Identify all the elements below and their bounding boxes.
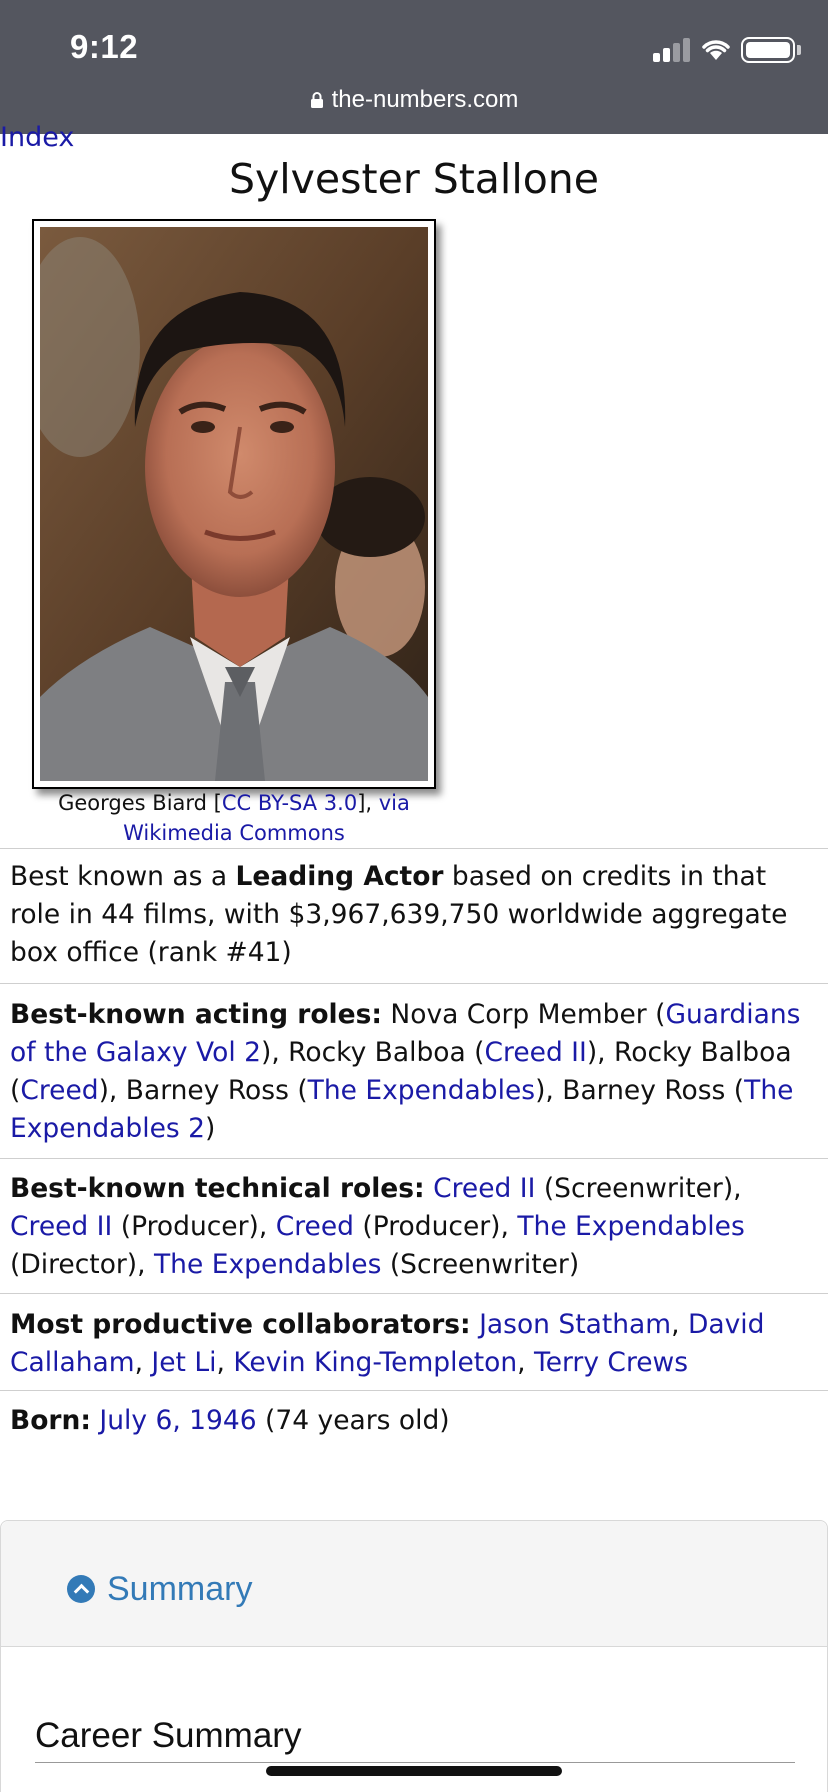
divider: [0, 1158, 828, 1159]
caption-separator: ],: [357, 791, 379, 815]
technical-role: Producer: [372, 1211, 491, 1242]
actor-photo[interactable]: [20, 227, 428, 781]
status-time: 9:12: [70, 28, 139, 65]
index-link[interactable]: Index: [0, 122, 74, 154]
best-known-role: Leading Actor: [235, 861, 444, 892]
technical-role-film-link[interactable]: The Expendables: [154, 1249, 381, 1280]
best-known-summary: Best known as a Leading Actor based on c…: [10, 858, 822, 972]
url-text: the-numbers.com: [331, 86, 519, 113]
birth-date-link[interactable]: July 6, 1946: [99, 1405, 256, 1436]
technical-role-film-link[interactable]: Creed II: [10, 1211, 112, 1242]
career-summary-heading: Career Summary: [35, 1716, 795, 1763]
battery-tip: [797, 45, 801, 55]
divider: [0, 983, 828, 984]
acting-role-film-link[interactable]: Creed: [20, 1075, 98, 1106]
signal-icon: [653, 38, 691, 62]
technical-role: Screenwriter: [400, 1249, 569, 1280]
divider: [0, 1293, 828, 1294]
summary-panel-header: Summary: [1, 1521, 827, 1647]
technical-roles: Best-known technical roles: Creed II (Sc…: [10, 1173, 745, 1280]
actor-photo-frame: [20, 219, 436, 789]
collaborator-link[interactable]: Terry Crews: [534, 1347, 688, 1378]
caption-author: Georges Biard [: [58, 791, 222, 815]
acting-role-character: Rocky Balboa: [288, 1037, 466, 1068]
technical-role: Producer: [131, 1211, 249, 1242]
technical-roles-label: Best-known technical roles:: [10, 1173, 425, 1204]
collaborator-link[interactable]: Jet Li: [151, 1347, 216, 1378]
divider: [0, 848, 828, 849]
home-indicator: [266, 1766, 562, 1776]
summary-toggle-label: Summary: [107, 1569, 253, 1608]
collaborator-link[interactable]: Kevin King-Templeton: [233, 1347, 517, 1378]
acting-roles: Best-known acting roles: Nova Corp Membe…: [10, 999, 801, 1144]
technical-role-film-link[interactable]: Creed II: [433, 1173, 535, 1204]
chevron-up-icon: [67, 1575, 95, 1603]
acting-role-character: Nova Corp Member: [390, 999, 647, 1030]
born-info: Born: July 6, 1946 (74 years old): [10, 1402, 822, 1440]
photo-caption: Georges Biard [CC BY-SA 3.0], via Wikime…: [32, 788, 436, 848]
technical-role: Screenwriter: [554, 1173, 723, 1204]
acting-role-character: Barney Ross: [562, 1075, 726, 1106]
technical-role: Director: [20, 1249, 127, 1280]
technical-role-film-link[interactable]: Creed: [276, 1211, 354, 1242]
divider: [0, 1390, 828, 1391]
collaborators-label: Most productive collaborators:: [10, 1309, 471, 1340]
born-label: Born:: [10, 1405, 91, 1436]
acting-roles-label: Best-known acting roles:: [10, 999, 382, 1030]
acting-role-film-link[interactable]: Creed II: [485, 1037, 587, 1068]
lock-icon: [310, 92, 323, 108]
acting-role-film-link[interactable]: The Expendables: [308, 1075, 535, 1106]
best-known-pre: Best known as a: [10, 861, 236, 892]
acting-role-character: Rocky Balboa: [614, 1037, 792, 1068]
address-bar[interactable]: the-numbers.com: [0, 86, 828, 114]
technical-role-film-link[interactable]: The Expendables: [517, 1211, 744, 1242]
collaborators: Most productive collaborators: Jason Sta…: [10, 1309, 765, 1378]
summary-toggle-button[interactable]: Summary: [67, 1569, 252, 1609]
battery-icon: [741, 37, 795, 63]
browser-top-bar: 9:12 the-numbers.com: [0, 0, 828, 134]
acting-role-character: Barney Ross: [125, 1075, 289, 1106]
license-link[interactable]: CC BY-SA 3.0: [222, 791, 357, 815]
summary-panel: Summary Career Summary: [0, 1520, 828, 1792]
collaborator-link[interactable]: Jason Statham: [479, 1309, 671, 1340]
page-title: Sylvester Stallone: [228, 155, 600, 203]
wifi-icon: [702, 40, 730, 60]
age: (74 years old): [265, 1405, 450, 1436]
